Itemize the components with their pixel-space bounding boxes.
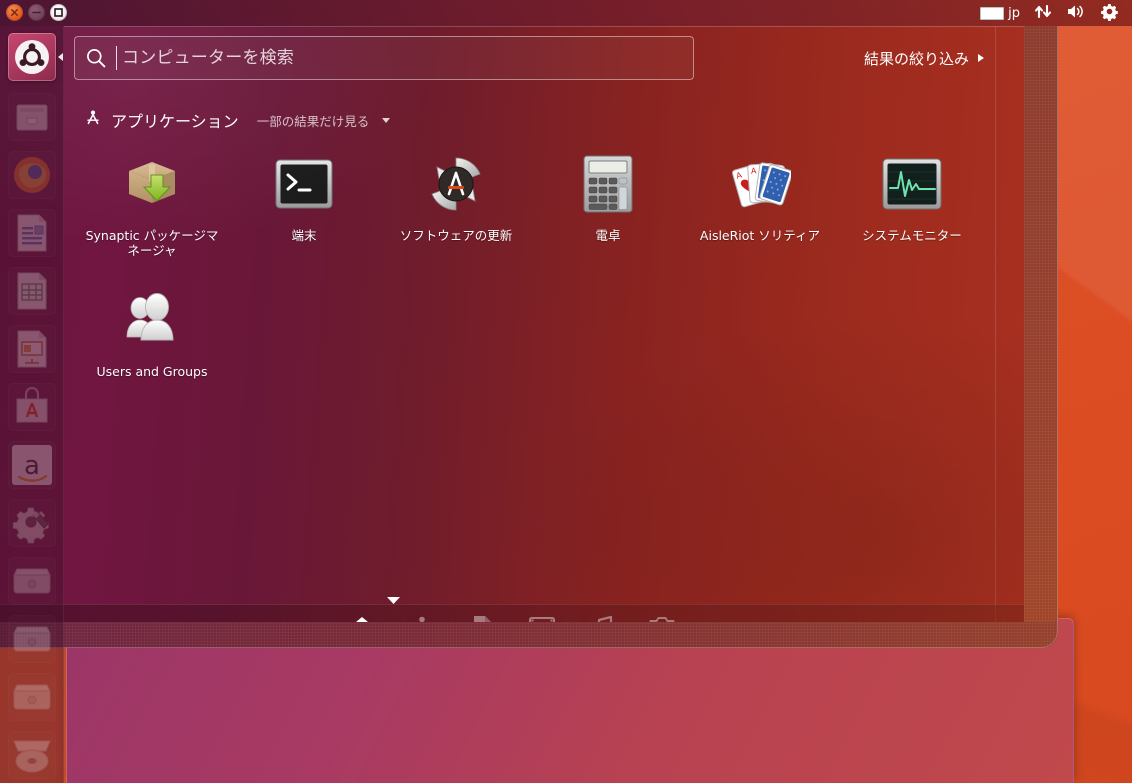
applications-lens-icon (84, 109, 102, 131)
system-monitor-icon (880, 152, 944, 216)
launcher-item-libreoffice-calc[interactable] (0, 262, 64, 320)
chevron-down-icon[interactable] (382, 117, 391, 123)
indicator-keyboard[interactable]: jp (973, 0, 1027, 26)
launcher-item-disc[interactable] (0, 726, 64, 783)
lens-button-video[interactable] (527, 612, 557, 622)
calculator-icon (576, 152, 640, 216)
window-controls (6, 4, 67, 21)
launcher-item-libreoffice-impress[interactable] (0, 320, 64, 378)
launcher-item-amazon[interactable]: a (0, 436, 64, 494)
lens-button-files[interactable] (467, 612, 497, 622)
firefox-icon (8, 151, 56, 199)
unity-launcher: a (0, 26, 64, 783)
category-header-applications[interactable]: アプリケーション 一部の結果だけ見る (84, 108, 391, 132)
top-panel: jp (0, 0, 1132, 26)
libreoffice-writer-icon (8, 209, 56, 257)
system-settings-icon (8, 499, 56, 547)
launcher-item-firefox[interactable] (0, 146, 64, 204)
keyboard-layout-icon (980, 6, 1005, 20)
synaptic-package-manager-icon (120, 152, 184, 216)
drive-icon (8, 557, 56, 605)
result-users-and-groups[interactable]: Users and Groups (76, 280, 228, 416)
lens-button-photos[interactable] (647, 612, 677, 622)
lens-buttons (0, 604, 1024, 622)
network-arrows-icon (1034, 3, 1052, 24)
indicator-network[interactable] (1027, 0, 1059, 26)
amazon-icon: a (8, 441, 56, 489)
indicator-session[interactable] (1093, 0, 1126, 26)
result-label: Users and Groups (96, 364, 208, 379)
filter-results-button[interactable]: 結果の絞り込み (860, 38, 988, 78)
dash-body: コンピューターを検索 結果の絞り込み アプリケーション 一部の結果だけ見る Sy… (0, 26, 1024, 622)
panel-indicators: jp (973, 0, 1126, 26)
drive-icon (8, 615, 56, 663)
launcher-item-software-center[interactable] (0, 378, 64, 436)
gear-icon (1100, 2, 1119, 25)
search-input[interactable]: コンピューターを検索 (74, 36, 694, 80)
lens-button-music[interactable] (587, 612, 617, 622)
result-label: AisleRiot ソリティア (699, 228, 821, 243)
result-aisleriot-solitaire[interactable]: A A AisleRiot ソリティア (684, 144, 836, 280)
ubuntu-logo-icon (8, 33, 56, 81)
result-label: ソフトウェアの更新 (399, 228, 513, 243)
launcher-item-drive-1[interactable] (0, 552, 64, 610)
lens-bar (0, 596, 1024, 622)
software-updater-icon (424, 152, 488, 216)
terminal-icon (272, 152, 336, 216)
launcher-item-ubuntu-dash[interactable] (0, 26, 64, 88)
users-and-groups-icon (120, 288, 184, 352)
launcher-item-system-settings[interactable] (0, 494, 64, 552)
libreoffice-calc-icon (8, 267, 56, 315)
results-grid: Synaptic パッケージマネージャ 端末 ソフトウェアの更新 電卓 A A … (76, 144, 1012, 416)
result-label: 電卓 (595, 228, 621, 243)
ubuntu-software-center-icon (8, 383, 56, 431)
text-caret (116, 46, 117, 70)
launcher-item-drive-3[interactable] (0, 668, 64, 726)
result-label: システムモニター (862, 228, 962, 243)
triangle-right-icon (978, 54, 984, 62)
dash-frame-right (1024, 26, 1058, 648)
launcher-active-arrow-right-icon (58, 53, 63, 61)
search-icon (85, 47, 107, 69)
optical-disc-icon (8, 731, 56, 779)
result-synaptic-package-manager[interactable]: Synaptic パッケージマネージャ (76, 144, 228, 280)
window-maximize-button[interactable] (50, 4, 67, 21)
result-label: 端末 (291, 228, 317, 243)
indicator-sound[interactable] (1059, 0, 1093, 26)
aisleriot-solitaire-icon: A A A (728, 152, 792, 216)
result-software-updater[interactable]: ソフトウェアの更新 (380, 144, 532, 280)
result-system-monitor[interactable]: システムモニター (836, 144, 988, 280)
search-placeholder: コンピューターを検索 (122, 47, 294, 68)
result-terminal[interactable]: 端末 (228, 144, 380, 280)
drive-icon (8, 673, 56, 721)
window-minimize-button[interactable] (28, 4, 45, 21)
svg-text:a: a (24, 451, 40, 481)
category-rule (76, 138, 1012, 139)
filter-results-label: 結果の絞り込み (863, 49, 969, 68)
launcher-item-drive-2[interactable] (0, 610, 64, 668)
file-manager-icon (8, 93, 56, 141)
unity-dash: コンピューターを検索 結果の絞り込み アプリケーション 一部の結果だけ見る Sy… (0, 26, 1058, 648)
panel-background (0, 0, 1132, 26)
see-fewer-results-link[interactable]: 一部の結果だけ見る (257, 111, 370, 130)
launcher-item-files[interactable] (0, 88, 64, 146)
result-calculator[interactable]: 電卓 (532, 144, 684, 280)
lens-button-home[interactable] (347, 612, 377, 622)
volume-icon (1066, 3, 1086, 24)
dash-top-highlight (64, 26, 1024, 27)
category-title: アプリケーション (111, 112, 239, 131)
result-label: Synaptic パッケージマネージャ (85, 228, 219, 258)
chevron-down-small-icon[interactable] (386, 596, 400, 604)
window-close-button[interactable] (6, 4, 23, 21)
lens-button-applications[interactable] (407, 612, 437, 622)
launcher-item-libreoffice-writer[interactable] (0, 204, 64, 262)
keyboard-layout-label: jp (1008, 5, 1020, 21)
dash-frame-bottom (0, 622, 1058, 648)
libreoffice-impress-icon (8, 325, 56, 373)
